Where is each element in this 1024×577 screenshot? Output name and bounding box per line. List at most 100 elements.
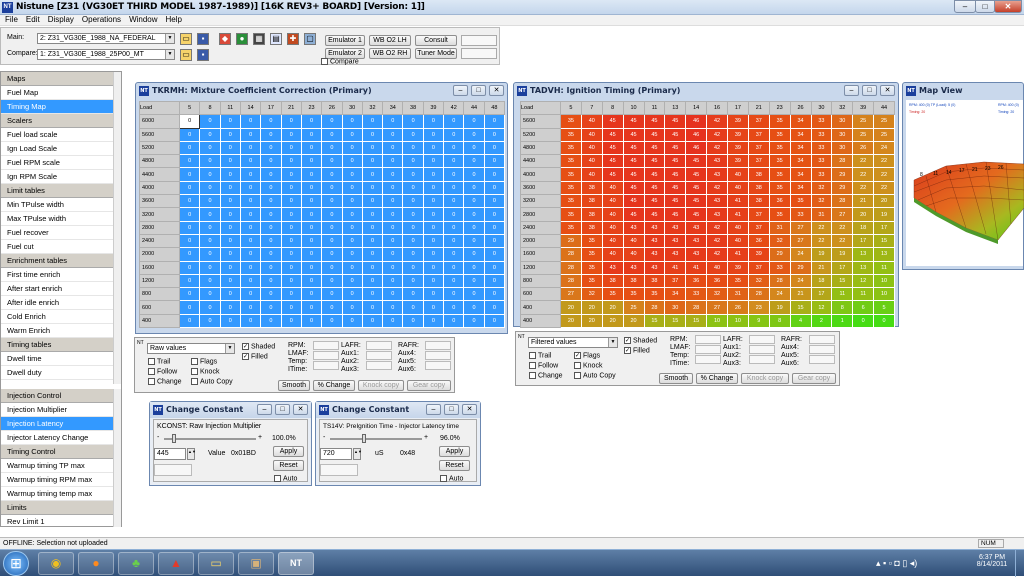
grid-cell[interactable]: 36 xyxy=(747,233,770,249)
grid-cell[interactable]: 0 xyxy=(382,313,404,329)
filled-checkbox[interactable]: ✓ Filled xyxy=(242,353,268,360)
grid-cell[interactable]: 43 xyxy=(643,220,666,235)
grid-cell[interactable]: 31 xyxy=(727,287,749,302)
spin-icon[interactable]: ▲▼ xyxy=(187,448,196,460)
compare-checkbox[interactable]: Compare xyxy=(321,58,359,65)
grid-cell[interactable]: 35 xyxy=(768,114,791,129)
grid-cell[interactable]: 0 xyxy=(341,220,363,235)
close-icon[interactable]: ✕ xyxy=(880,85,895,96)
grid-cell[interactable]: 0 xyxy=(321,154,343,169)
grid-cell[interactable]: 0 xyxy=(422,247,445,262)
grid-cell[interactable]: 0 xyxy=(280,220,302,235)
grid-cell[interactable]: 0 xyxy=(260,114,282,129)
grid-cell[interactable]: 35 xyxy=(727,273,749,289)
grid-cell[interactable]: 0 xyxy=(239,114,262,129)
grid-cell[interactable]: 27 xyxy=(560,287,582,302)
grid-cell[interactable]: 0 xyxy=(321,180,343,196)
grid-cell[interactable]: 45 xyxy=(664,194,687,209)
grid-cell[interactable]: 34 xyxy=(789,167,812,182)
trail-checkbox[interactable]: Trail xyxy=(148,358,170,365)
grid-cell[interactable]: 4 xyxy=(789,313,812,329)
grid-cell[interactable]: 38 xyxy=(747,194,770,209)
grid-cell[interactable]: 38 xyxy=(643,273,666,289)
grid-cell[interactable]: 42 xyxy=(706,140,728,156)
grid-cell[interactable]: 39 xyxy=(727,114,749,129)
timing-view-select[interactable]: Filtered values ▼ xyxy=(528,337,618,348)
grid-cell[interactable]: 0 xyxy=(280,247,302,262)
grid-cell[interactable]: 25 xyxy=(852,114,875,129)
grid-cell[interactable]: 0 xyxy=(443,194,465,209)
consult-button[interactable]: Consult xyxy=(415,35,457,46)
grid-cell[interactable]: 42 xyxy=(706,127,728,142)
grid-cell[interactable]: 0 xyxy=(341,127,363,142)
grid-cell[interactable]: 45 xyxy=(622,180,645,196)
grid-cell[interactable]: 33 xyxy=(810,154,833,169)
compare-map-select[interactable]: 1: Z31_VG30E_1988_25P00_MT ▼ xyxy=(37,49,175,60)
grid-cell[interactable]: 0 xyxy=(280,233,302,249)
grid-cell[interactable]: 20 xyxy=(622,313,645,329)
grid-cell[interactable]: 0 xyxy=(199,167,221,182)
grid-cell[interactable]: 41 xyxy=(727,194,749,209)
grid-cell[interactable]: 6 xyxy=(852,300,875,315)
grid-cell[interactable]: 0 xyxy=(280,180,302,196)
grid-cell[interactable]: 0 xyxy=(483,220,506,235)
grid-cell[interactable]: 26 xyxy=(727,300,749,315)
grid-cell[interactable]: 0 xyxy=(321,194,343,209)
grid-cell[interactable]: 0 xyxy=(300,233,323,249)
grid-cell[interactable]: 17 xyxy=(810,287,833,302)
grid-cell[interactable]: 31 xyxy=(810,207,833,222)
grid-cell[interactable]: 0 xyxy=(260,287,282,302)
grid-cell[interactable]: 0 xyxy=(443,287,465,302)
grid-cell[interactable]: 0 xyxy=(422,260,445,275)
grid-cell[interactable]: 21 xyxy=(810,260,833,275)
fuel-map-table[interactable]: Load 5 8 11 14 17 21 23 26 30 32 34 38 39 42 44 48 6000 0 0… xyxy=(139,100,506,329)
maximize-icon[interactable]: □ xyxy=(275,404,290,415)
grid-cell[interactable]: 0 xyxy=(382,180,404,196)
grid-cell[interactable]: 35 xyxy=(560,180,582,196)
grid-cell[interactable]: 35 xyxy=(560,207,582,222)
grid-cell[interactable]: 34 xyxy=(789,140,812,156)
grid-cell[interactable]: 37 xyxy=(747,114,770,129)
grid-cell[interactable]: 0 xyxy=(422,194,445,209)
grid-cell[interactable]: 0 xyxy=(199,300,221,315)
grid-cell[interactable]: 0 xyxy=(402,260,424,275)
grid-cell[interactable]: 0 xyxy=(280,207,302,222)
sidebar-item-min-tpulse-width[interactable]: Min TPulse width xyxy=(1,198,113,212)
grid-cell[interactable]: 0 xyxy=(382,154,404,169)
grid-cell[interactable]: 40 xyxy=(580,114,603,129)
grid-cell[interactable]: 0 xyxy=(219,207,241,222)
grid-cell[interactable]: 18 xyxy=(852,220,875,235)
grid-cell[interactable]: 35 xyxy=(768,180,791,196)
grid-cell[interactable]: 32 xyxy=(580,287,603,302)
open-folder-icon[interactable]: ▭ xyxy=(180,33,192,45)
grid-cell[interactable]: 0 xyxy=(178,127,201,142)
grid-cell[interactable]: 37 xyxy=(747,220,770,235)
grid-cell[interactable]: 0 xyxy=(280,154,302,169)
grid-cell[interactable]: 22 xyxy=(831,220,854,235)
slider-thumb[interactable] xyxy=(362,434,366,443)
sidebar-group-header[interactable]: Maps xyxy=(1,72,113,86)
grid-cell[interactable]: 45 xyxy=(643,114,666,129)
grid-cell[interactable]: 0 xyxy=(280,114,302,129)
grid-cell[interactable]: 0 xyxy=(239,180,262,196)
grid-cell[interactable]: 0 xyxy=(463,260,485,275)
apply-button[interactable]: Apply xyxy=(273,446,304,457)
grid-cell[interactable]: 22 xyxy=(810,220,833,235)
grid-cell[interactable]: 0 xyxy=(422,273,445,289)
grid-cell[interactable]: 43 xyxy=(685,233,708,249)
grid-cell[interactable]: 20 xyxy=(560,300,582,315)
grid-cell[interactable]: 15 xyxy=(831,273,854,289)
grid-cell[interactable]: 46 xyxy=(685,114,708,129)
grid-cell[interactable]: 45 xyxy=(643,194,666,209)
grid-cell[interactable]: 0 xyxy=(483,140,506,156)
smooth-button[interactable]: Smooth xyxy=(659,373,693,384)
grid-cell[interactable]: 0 xyxy=(199,273,221,289)
grid-cell[interactable]: 0 xyxy=(178,313,201,329)
grid-cell[interactable]: 0 xyxy=(402,207,424,222)
sidebar-item-warm-enrich[interactable]: Warm Enrich xyxy=(1,324,113,338)
sidebar-item-ign-rpm-scale[interactable]: Ign RPM Scale xyxy=(1,170,113,184)
grid-cell[interactable]: 0 xyxy=(260,127,282,142)
grid-cell[interactable]: 0 xyxy=(463,194,485,209)
grid-cell[interactable]: 0 xyxy=(199,207,221,222)
grid-cell[interactable]: 0 xyxy=(178,247,201,262)
